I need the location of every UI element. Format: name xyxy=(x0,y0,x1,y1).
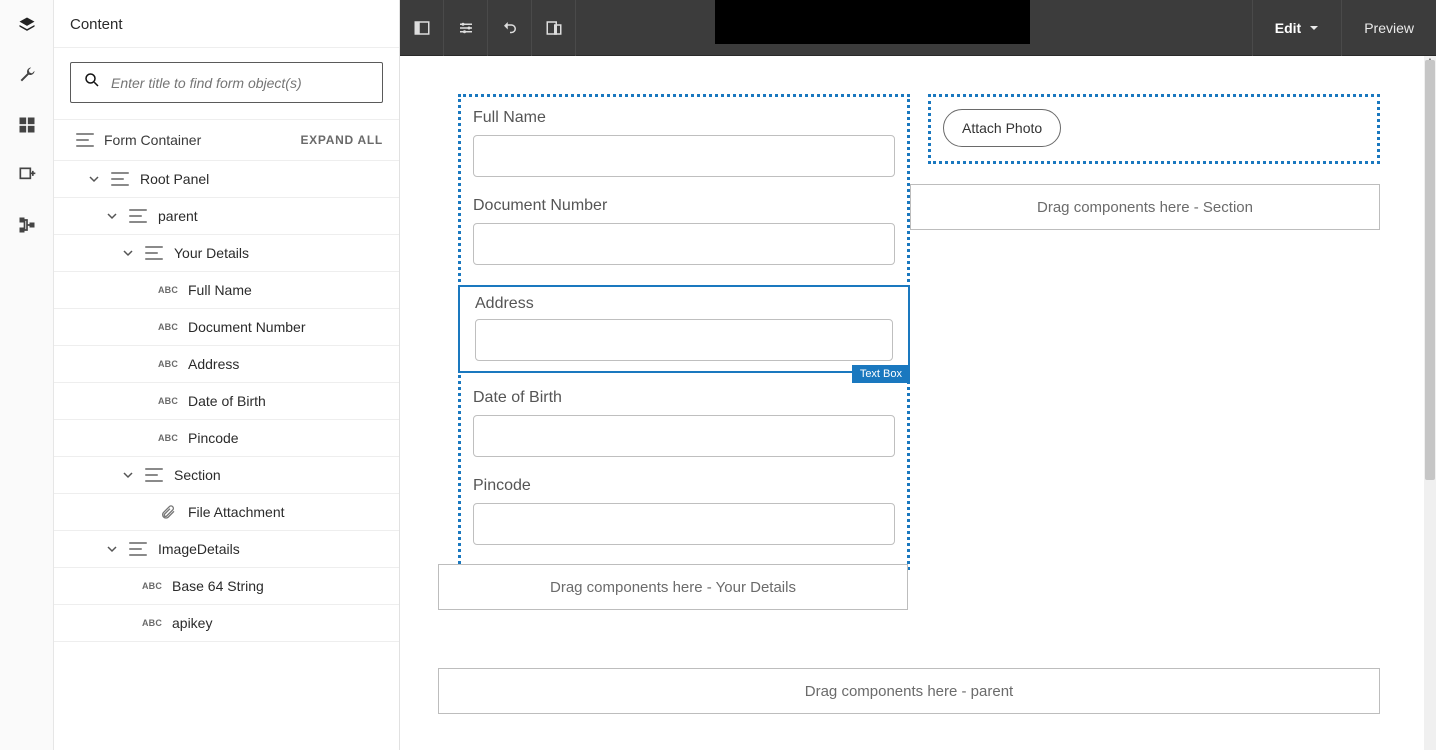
device-preview-button[interactable] xyxy=(532,0,576,56)
mode-preview-button[interactable]: Preview xyxy=(1341,0,1436,56)
tree-label: Your Details xyxy=(174,245,249,261)
assets-icon[interactable] xyxy=(16,114,38,136)
document-number-input[interactable] xyxy=(473,223,895,265)
tree-label: apikey xyxy=(172,615,212,631)
mode-edit-button[interactable]: Edit xyxy=(1252,0,1341,56)
tree-label: File Attachment xyxy=(188,504,285,520)
chevron-down-icon xyxy=(1309,20,1319,36)
field-address-selected[interactable]: Address Text Box xyxy=(458,285,910,373)
tree-label: Base 64 String xyxy=(172,578,264,594)
text-field-icon: ABC xyxy=(142,578,162,594)
undo-button[interactable] xyxy=(488,0,532,56)
attach-photo-button[interactable]: Attach Photo xyxy=(943,109,1061,147)
text-field-icon: ABC xyxy=(158,319,178,335)
field-dob[interactable]: Date of Birth xyxy=(473,389,895,457)
tree-node-full-name[interactable]: ABC Full Name xyxy=(54,272,399,309)
search-icon xyxy=(83,71,101,94)
tree: Root Panel parent Your Details ABC Full … xyxy=(54,161,399,666)
field-label: Date of Birth xyxy=(473,389,895,407)
tree-node-document-number[interactable]: ABC Document Number xyxy=(54,309,399,346)
tree-node-root-panel[interactable]: Root Panel xyxy=(54,161,399,198)
vertical-scrollbar[interactable]: ▲ xyxy=(1424,56,1436,750)
tree-label: Document Number xyxy=(188,319,306,335)
tree-label: ImageDetails xyxy=(158,541,240,557)
chevron-down-icon xyxy=(106,543,118,555)
tree-node-file-attachment[interactable]: File Attachment xyxy=(54,494,399,531)
tree-node-apikey[interactable]: ABC apikey xyxy=(54,605,399,642)
search-input[interactable] xyxy=(111,75,370,91)
address-input[interactable] xyxy=(475,319,893,361)
field-label: Address xyxy=(475,295,893,313)
tree-icon[interactable] xyxy=(16,214,38,236)
text-field-icon: ABC xyxy=(142,615,162,631)
text-field-icon: ABC xyxy=(158,356,178,372)
container-icon xyxy=(128,541,148,557)
container-icon xyxy=(144,245,164,261)
toggle-side-panel-button[interactable] xyxy=(400,0,444,56)
dropzone-your-details[interactable]: Drag components here - Your Details xyxy=(438,564,908,610)
layers-icon[interactable] xyxy=(16,14,38,36)
full-name-input[interactable] xyxy=(473,135,895,177)
sliders-icon[interactable] xyxy=(444,0,488,56)
tree-label: Address xyxy=(188,356,239,372)
field-pincode[interactable]: Pincode xyxy=(473,477,895,545)
field-label: Document Number xyxy=(473,197,895,215)
scroll-thumb[interactable] xyxy=(1425,60,1435,480)
content-panel: Content Form Container EXPAND ALL Root P… xyxy=(54,0,400,750)
field-full-name[interactable]: Full Name xyxy=(473,109,895,177)
dropzone-section[interactable]: Drag components here - Section xyxy=(910,184,1380,230)
chevron-down-icon xyxy=(106,210,118,222)
tree-node-your-details[interactable]: Your Details xyxy=(54,235,399,272)
tree-node-section[interactable]: Section xyxy=(54,457,399,494)
editor-canvas[interactable]: Full Name Document Number Address Text B… xyxy=(400,56,1424,750)
mode-edit-label: Edit xyxy=(1275,20,1301,36)
tree-label: parent xyxy=(158,208,198,224)
text-field-icon: ABC xyxy=(158,430,178,446)
left-rail xyxy=(0,0,54,750)
form-container-label: Form Container xyxy=(104,132,201,148)
selection-type-tag: Text Box xyxy=(852,365,910,383)
tree-label: Section xyxy=(174,467,221,483)
tree-node-base64[interactable]: ABC Base 64 String xyxy=(54,568,399,605)
paperclip-icon xyxy=(158,504,178,520)
mode-preview-label: Preview xyxy=(1364,20,1414,36)
chevron-down-icon xyxy=(122,247,134,259)
tree-label: Pincode xyxy=(188,430,239,446)
tree-node-address[interactable]: ABC Address xyxy=(54,346,399,383)
dob-input[interactable] xyxy=(473,415,895,457)
expand-all-button[interactable]: EXPAND ALL xyxy=(300,133,383,147)
wrench-icon[interactable] xyxy=(16,64,38,86)
container-icon xyxy=(76,133,94,147)
tree-label: Full Name xyxy=(188,282,252,298)
section-container[interactable]: Attach Photo xyxy=(928,94,1380,164)
chevron-down-icon xyxy=(122,469,134,481)
text-field-icon: ABC xyxy=(158,282,178,298)
tree-node-pincode[interactable]: ABC Pincode xyxy=(54,420,399,457)
dropzone-parent[interactable]: Drag components here - parent xyxy=(438,668,1380,714)
your-details-container[interactable]: Full Name Document Number Address Text B… xyxy=(458,94,910,570)
field-label: Full Name xyxy=(473,109,895,127)
panel-title: Content xyxy=(54,0,399,48)
redacted-title xyxy=(715,0,1030,44)
tree-label: Root Panel xyxy=(140,171,209,187)
tree-node-dob[interactable]: ABC Date of Birth xyxy=(54,383,399,420)
tree-node-parent[interactable]: parent xyxy=(54,198,399,235)
add-component-icon[interactable] xyxy=(16,164,38,186)
container-icon xyxy=(128,208,148,224)
field-label: Pincode xyxy=(473,477,895,495)
container-icon xyxy=(144,467,164,483)
tree-label: Date of Birth xyxy=(188,393,266,409)
text-field-icon: ABC xyxy=(158,393,178,409)
editor-toolbar: Edit Preview xyxy=(400,0,1436,56)
search-field[interactable] xyxy=(70,62,383,103)
container-icon xyxy=(110,171,130,187)
pincode-input[interactable] xyxy=(473,503,895,545)
chevron-down-icon xyxy=(88,173,100,185)
tree-node-image-details[interactable]: ImageDetails xyxy=(54,531,399,568)
field-document-number[interactable]: Document Number xyxy=(473,197,895,265)
